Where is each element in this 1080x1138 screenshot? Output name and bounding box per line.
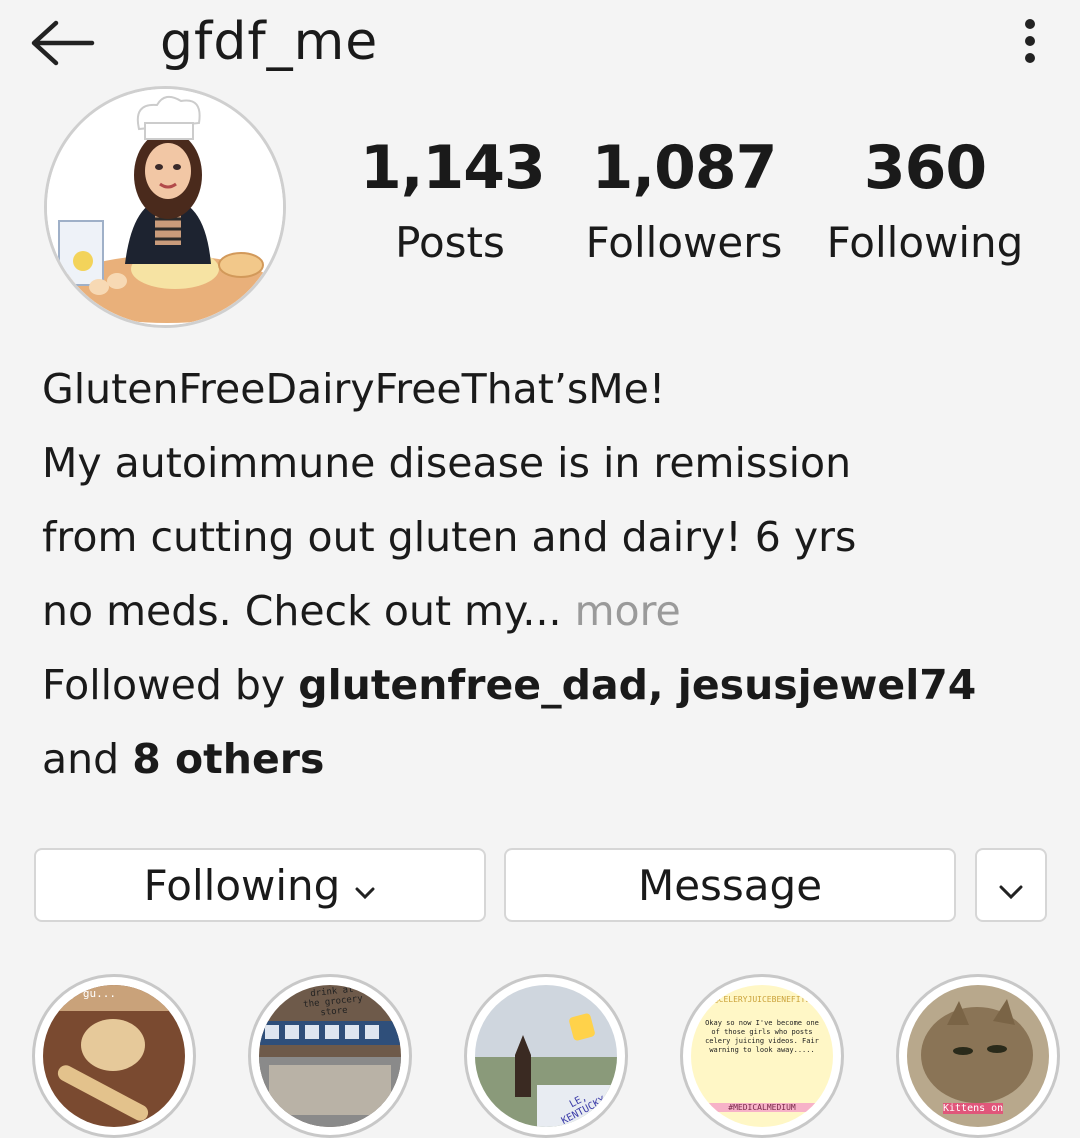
story-highlight[interactable]: drink at the grocery store [248,974,412,1138]
bio-more-link[interactable]: more [575,587,681,635]
chevron-down-icon [998,861,1024,910]
bio-line-1: My autoimmune disease is in remission [42,439,852,487]
highlight-top: @CELERYJUICEBENEFITS [713,995,811,1004]
more-options-icon[interactable] [1010,14,1050,70]
posts-label: Posts [395,218,505,267]
highlight-tag: #MEDICALMEDIUM [709,1103,815,1112]
posts-count: 1,143 [360,133,546,203]
bio-line-2: from cutting out gluten and dairy! 6 yrs [42,513,857,561]
message-button-label: Message [637,860,823,910]
suggested-accounts-button[interactable] [975,848,1047,922]
message-button[interactable]: Message [504,848,956,922]
dough-photo-icon: my gu... [43,985,185,1127]
chevron-down-icon [354,861,376,910]
stat-following[interactable]: 360 Following [810,130,1040,268]
followers-count: 1,087 [591,133,778,203]
bio-line-3: no meds. Check out my... more [42,574,1042,648]
story-highlight[interactable]: LE, KENTUCKY [464,974,628,1138]
followers-label: Followers [585,218,783,267]
top-bar: gfdf_me [0,0,1080,100]
highlight-caption: Kittens on [943,1103,1004,1114]
cat-photo-icon: Kittens on [907,985,1049,1127]
stat-posts[interactable]: 1,143 Posts [360,130,546,268]
highlight-caption: my gu... [63,987,116,1000]
profile-avatar[interactable] [44,86,288,328]
bio-name: GlutenFreeDairyFreeThat’sMe! [42,365,666,413]
following-count: 360 [863,133,987,203]
grocery-store-photo-icon: drink at the grocery store [259,985,401,1127]
back-arrow-icon[interactable] [28,18,98,68]
story-highlight[interactable]: @CELERYJUICEBENEFITS Okay so now I've be… [680,974,844,1138]
story-highlight[interactable]: Kittens on [896,974,1060,1138]
following-button[interactable]: Following [34,848,486,922]
followed-by-prefix: Followed by [42,661,286,709]
profile-username: gfdf_me [160,12,379,72]
followed-by-others[interactable]: and 8 others [42,722,1042,796]
highlight-body: Okay so now I've become one of those gir… [705,1019,819,1054]
profile-bio: GlutenFreeDairyFreeThat’sMe! My autoimmu… [42,352,1042,796]
followed-by-names[interactable]: glutenfree_dad, jesusjewel74 [298,661,976,709]
bio-line-3-text: no meds. Check out my... [42,587,562,635]
horse-photo-icon: LE, KENTUCKY [475,985,617,1127]
following-button-label: Following [143,860,341,910]
story-highlight[interactable]: my gu... [32,974,196,1138]
stat-followers[interactable]: 1,087 Followers [572,130,796,268]
text-note-icon: @CELERYJUICEBENEFITS Okay so now I've be… [691,985,833,1127]
following-label: Following [826,218,1024,267]
followed-by[interactable]: Followed by glutenfree_dad, jesusjewel74 [42,648,1042,722]
followed-by-others-count[interactable]: 8 others [132,735,324,783]
followed-by-and: and [42,735,120,783]
